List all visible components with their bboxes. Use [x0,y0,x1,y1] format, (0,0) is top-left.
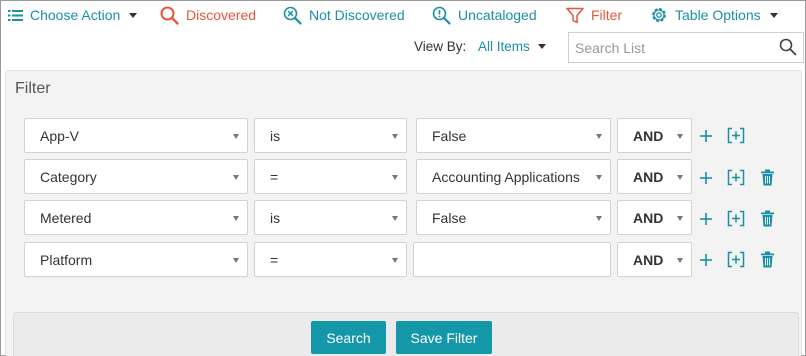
filter-operator-select[interactable]: = [254,242,407,277]
filter-value-select[interactable]: Accounting Applications [416,159,611,194]
add-condition-icon[interactable] [699,253,713,267]
filter-value-select[interactable]: False [416,118,611,153]
dropdown-arrow-icon [392,134,398,139]
view-by-value: All Items [478,39,530,54]
add-condition-icon[interactable] [699,129,713,143]
chevron-down-icon [769,12,778,18]
select-value: Category [40,168,97,185]
search-icon[interactable] [779,38,797,61]
filter-field-select[interactable]: Platform [24,242,248,277]
select-value: App-V [40,127,79,144]
dropdown-arrow-icon [233,175,239,180]
select-value: is [270,127,281,144]
add-group-icon[interactable] [727,127,745,144]
filter-icon [566,7,584,23]
add-condition-icon[interactable] [699,212,713,226]
dropdown-arrow-icon [233,258,239,263]
filter-operator-select[interactable]: is [254,200,407,235]
add-group-icon[interactable] [727,169,745,186]
filter-conjunction-select[interactable]: AND [617,118,692,153]
toolbar: Choose Action Discovered Not Discovered … [1,1,806,29]
select-value: AND [633,168,664,185]
filter-panel-title: Filter [15,80,51,97]
filter-conjunction-select[interactable]: AND [617,159,692,194]
select-value: AND [633,127,664,144]
filter-conjunction-select[interactable]: AND [617,200,692,235]
select-value: False [432,127,467,144]
filter-value-input[interactable] [413,242,611,277]
select-value: AND [633,251,664,268]
chevron-down-icon [537,44,546,49]
dropdown-arrow-icon [392,175,398,180]
dropdown-arrow-icon [233,134,239,139]
search-icon [160,6,179,25]
dropdown-arrow-icon [596,216,602,221]
add-group-icon[interactable] [727,251,745,268]
dropdown-arrow-icon [392,258,398,263]
dropdown-arrow-icon [677,258,683,263]
choose-action-menu[interactable]: Choose Action [8,5,138,25]
gear-icon [652,8,666,22]
not-discovered-button[interactable]: Not Discovered [283,5,405,25]
table-options-menu[interactable]: Table Options [650,5,778,25]
search-box [568,32,804,63]
dropdown-arrow-icon [596,134,602,139]
add-condition-icon[interactable] [699,171,713,185]
chevron-down-icon [129,12,138,18]
select-value: Accounting Applications [432,168,580,185]
search-exclamation-icon [432,6,451,25]
view-by-label: View By: [414,39,467,54]
uncataloged-label: Uncataloged [458,7,537,23]
select-value: False [432,209,467,226]
filter-field-select[interactable]: App-V [24,118,248,153]
select-value: AND [633,209,664,226]
filter-operator-select[interactable]: = [254,159,407,194]
filter-field-select[interactable]: Category [24,159,248,194]
filter-field-select[interactable]: Metered [24,200,248,235]
dropdown-arrow-icon [392,216,398,221]
dropdown-arrow-icon [677,134,683,139]
filter-operator-select[interactable]: is [254,118,407,153]
trash-icon[interactable] [760,251,775,268]
filter-button[interactable]: Filter [566,5,622,25]
list-icon [8,9,23,21]
search-x-icon [283,6,302,25]
filter-conjunction-select[interactable]: AND [617,242,692,277]
trash-icon[interactable] [760,210,775,227]
add-group-icon[interactable] [727,210,745,227]
select-value: is [270,209,281,226]
uncataloged-button[interactable]: Uncataloged [432,5,537,25]
dropdown-arrow-icon [677,216,683,221]
table-options-label: Table Options [675,7,761,23]
select-value: Metered [40,209,92,226]
search-button[interactable]: Search [311,321,386,354]
select-value: Platform [40,251,93,268]
choose-action-label: Choose Action [30,7,121,23]
view-by-dropdown[interactable]: All Items [478,39,546,54]
not-discovered-label: Not Discovered [309,7,405,23]
dropdown-arrow-icon [677,175,683,180]
filter-footer: Search Save Filter [13,312,799,356]
discovered-label: Discovered [186,7,257,23]
dropdown-arrow-icon [233,216,239,221]
save-filter-button[interactable]: Save Filter [396,321,492,354]
select-value: = [270,168,279,185]
search-input[interactable] [569,39,769,56]
filter-label: Filter [591,7,623,23]
trash-icon[interactable] [760,169,775,186]
dropdown-arrow-icon [596,175,602,180]
select-value: = [270,251,279,268]
filter-value-select[interactable]: False [416,200,611,235]
discovered-button[interactable]: Discovered [160,5,256,25]
